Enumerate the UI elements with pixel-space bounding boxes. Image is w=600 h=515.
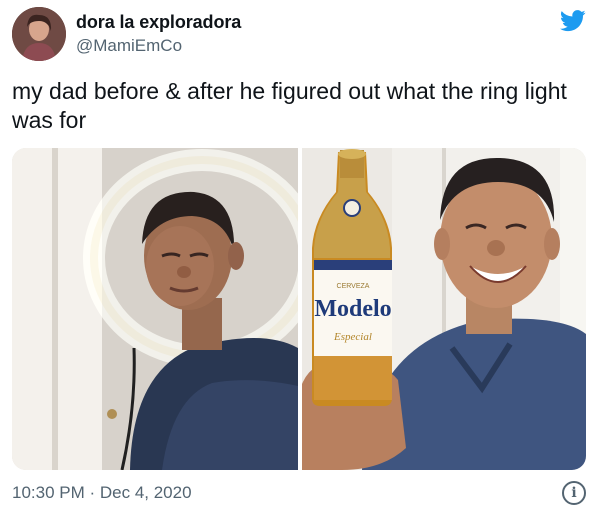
profile-avatar[interactable] <box>12 7 66 61</box>
tweet-timestamp[interactable]: 10:30 PM · Dec 4, 2020 <box>12 483 192 503</box>
beer-label-brand: Modelo <box>314 296 391 322</box>
author-display-name[interactable]: dora la exploradora <box>76 12 241 33</box>
avatar-photo <box>12 7 66 61</box>
twitter-bird-icon[interactable] <box>560 10 586 32</box>
tweet-media[interactable]: CERVEZA Modelo Especial <box>12 148 586 470</box>
beer-label-sub: Especial <box>333 331 372 343</box>
before-photo[interactable] <box>12 148 298 470</box>
after-photo[interactable]: CERVEZA Modelo Especial <box>302 148 586 470</box>
info-icon[interactable]: i <box>562 481 586 505</box>
author-handle[interactable]: @MamiEmCo <box>76 36 182 56</box>
tweet-text: my dad before & after he figured out wha… <box>12 78 567 133</box>
beer-label-top: CERVEZA <box>337 283 370 290</box>
info-glyph: i <box>571 485 577 501</box>
tweet-card[interactable]: dora la exploradora @MamiEmCo my dad bef… <box>0 0 600 515</box>
